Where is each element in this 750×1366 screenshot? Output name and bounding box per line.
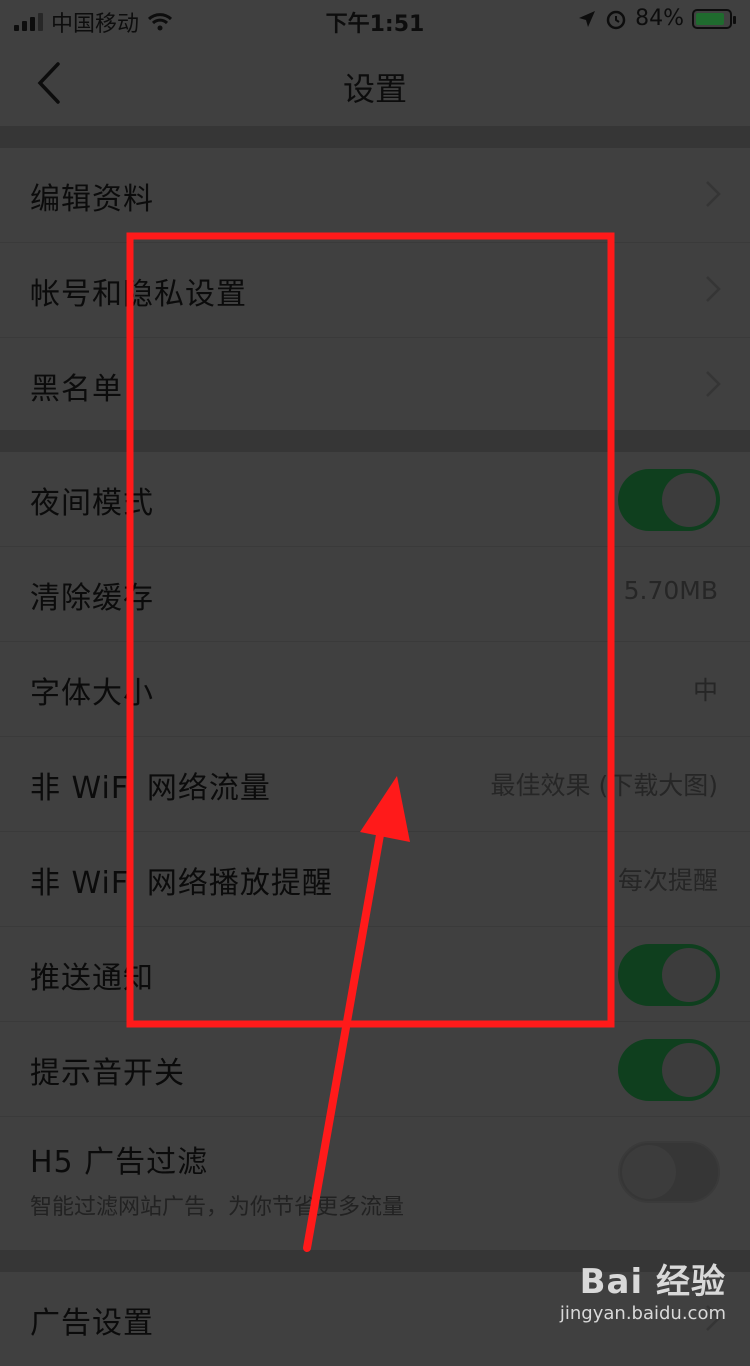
edit-profile-label: 编辑资料 xyxy=(30,182,154,217)
chevron-right-icon xyxy=(706,181,721,207)
battery-percent: 84% xyxy=(635,6,684,31)
blacklist-label: 黑名单 xyxy=(30,372,123,407)
clear-cache-row[interactable]: 清除缓存 5.70MB xyxy=(0,547,750,642)
night-mode-toggle[interactable] xyxy=(618,469,720,531)
chevron-right-icon xyxy=(706,276,721,302)
font-size-label: 字体大小 xyxy=(30,676,154,711)
non-wifi-play-label: 非 WiFi 网络播放提醒 xyxy=(30,866,333,901)
status-bar: 中国移动 下午1:51 84% xyxy=(0,0,750,40)
navigation-bar: 设置 xyxy=(0,40,750,126)
non-wifi-play-value: 每次提醒 xyxy=(617,866,718,895)
watermark-brand: Bai 经验 xyxy=(579,1262,726,1302)
non-wifi-traffic-label: 非 WiFi 网络流量 xyxy=(30,771,271,806)
sound-label: 提示音开关 xyxy=(30,1056,185,1091)
cache-size-value: 5.70MB xyxy=(623,576,718,605)
baidu-jingyan-watermark: Bai 经验 jingyan.baidu.com xyxy=(560,1254,726,1324)
h5-ad-filter-label: H5 广告过滤 xyxy=(30,1145,209,1180)
font-size-value: 中 xyxy=(692,676,718,705)
settings-group-general: 夜间模式 清除缓存 5.70MB 字体大小 中 非 WiFi 网络流量 最佳效果… xyxy=(0,452,750,1231)
ad-settings-label: 广告设置 xyxy=(30,1306,154,1341)
h5-ad-filter-description: 智能过滤网站广告，为你节省更多流量 xyxy=(30,1195,405,1220)
page-title: 设置 xyxy=(342,70,407,108)
non-wifi-traffic-row[interactable]: 非 WiFi 网络流量 最佳效果 (下载大图) xyxy=(0,737,750,832)
push-notification-toggle[interactable] xyxy=(618,944,720,1006)
section-divider xyxy=(0,126,750,148)
night-mode-label: 夜间模式 xyxy=(30,486,154,521)
sound-toggle[interactable] xyxy=(618,1039,720,1101)
battery-charging-icon xyxy=(692,8,736,29)
font-size-row[interactable]: 字体大小 中 xyxy=(0,642,750,737)
non-wifi-traffic-value: 最佳效果 (下载大图) xyxy=(490,771,718,800)
clear-cache-label: 清除缓存 xyxy=(30,581,154,616)
chevron-right-icon xyxy=(706,371,721,397)
location-icon xyxy=(579,10,596,27)
h5-ad-filter-row: H5 广告过滤 智能过滤网站广告，为你节省更多流量 xyxy=(0,1117,750,1231)
non-wifi-play-row[interactable]: 非 WiFi 网络播放提醒 每次提醒 xyxy=(0,832,750,927)
settings-group-account: 编辑资料 帐号和隐私设置 黑名单 xyxy=(0,148,750,432)
section-divider xyxy=(0,430,750,452)
blacklist-row[interactable]: 黑名单 xyxy=(0,338,750,432)
account-privacy-label: 帐号和隐私设置 xyxy=(30,277,247,312)
alarm-icon xyxy=(606,10,626,29)
edit-profile-row[interactable]: 编辑资料 xyxy=(0,148,750,243)
watermark-url: jingyan.baidu.com xyxy=(559,1303,726,1324)
push-notification-label: 推送通知 xyxy=(30,961,154,996)
h5-ad-filter-toggle[interactable] xyxy=(618,1141,720,1203)
sound-row: 提示音开关 xyxy=(0,1022,750,1117)
push-notification-row: 推送通知 xyxy=(0,927,750,1022)
account-privacy-row[interactable]: 帐号和隐私设置 xyxy=(0,243,750,338)
night-mode-row: 夜间模式 xyxy=(0,452,750,547)
